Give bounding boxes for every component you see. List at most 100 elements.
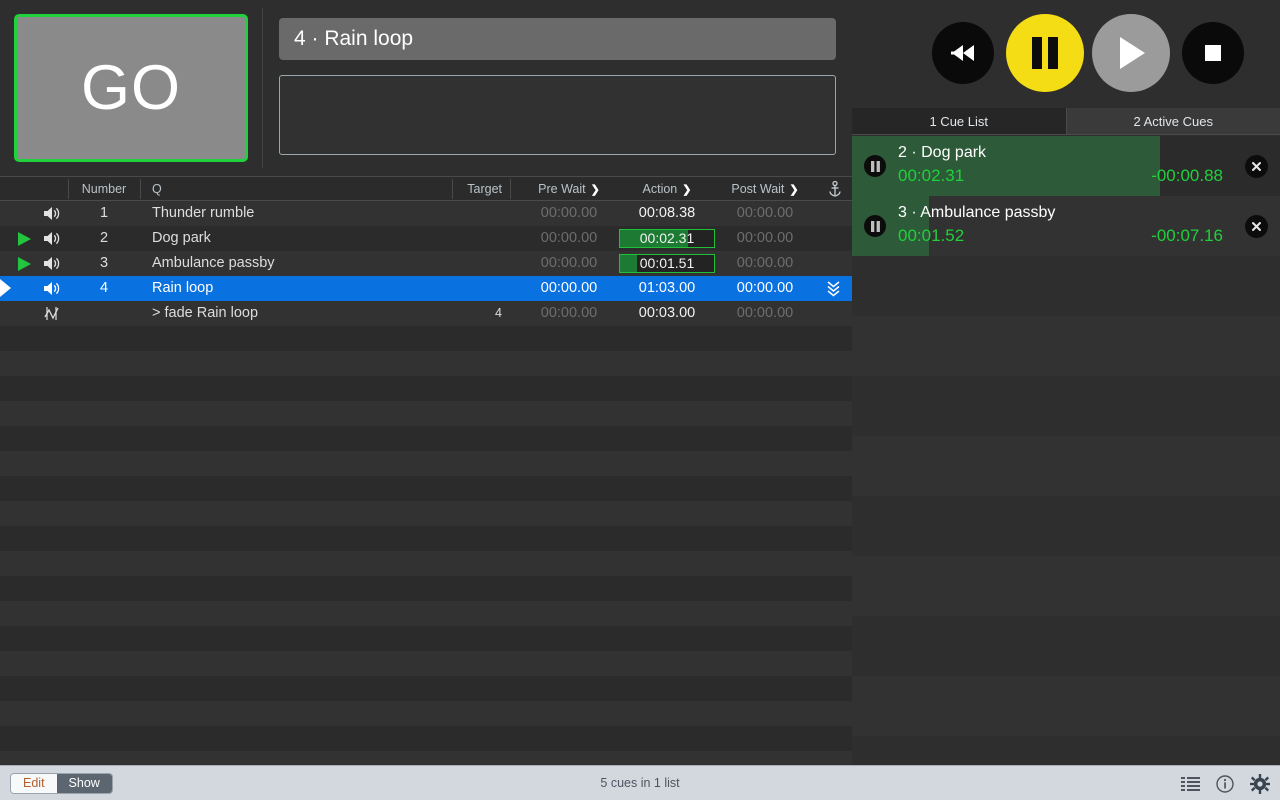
empty-row[interactable] [0, 426, 852, 451]
qlab-window: GO 4 · Rain loop Number Q Target Pre Wai… [0, 0, 1280, 800]
active-cue-pause-button[interactable] [864, 215, 886, 237]
cell-action-progress: 00:01.51 [619, 254, 715, 273]
active-cues-empty-row [852, 676, 1280, 736]
active-cue-stop-button[interactable] [1245, 155, 1268, 178]
status-bar: 5 cues in 1 list Edit Show [0, 765, 1280, 800]
active-cue-title: 2 · Dog park [898, 144, 987, 161]
play-button[interactable] [1092, 14, 1170, 92]
chevron-right-icon: ❯ [789, 184, 799, 196]
row-playing-indicator [18, 257, 31, 271]
cell-action: 01:03.00 [638, 280, 696, 296]
cell-pre-wait: 00:00.00 [540, 205, 598, 221]
empty-row[interactable] [0, 451, 852, 476]
empty-row[interactable] [0, 376, 852, 401]
table-header-row: Number Q Target Pre Wait ❯ Action ❯ Post W… [0, 176, 852, 201]
empty-row[interactable] [0, 501, 852, 526]
empty-row[interactable] [0, 601, 852, 626]
cell-target [452, 201, 502, 226]
cell-action: 00:03.00 [638, 305, 696, 321]
column-header-action[interactable]: Action ❯ [618, 177, 716, 201]
empty-row[interactable] [0, 626, 852, 651]
speaker-icon [44, 207, 60, 220]
cell-name: Rain loop [152, 280, 214, 296]
column-header-action-label: Action [642, 182, 678, 196]
cell-pre-wait: 00:00.00 [540, 230, 598, 246]
empty-row[interactable] [0, 651, 852, 676]
empty-row[interactable] [0, 701, 852, 726]
speaker-icon [44, 232, 60, 245]
empty-row[interactable] [0, 676, 852, 701]
table-row[interactable]: 4 Rain loop 00:00.00 01:03.00 00:00.00 [0, 276, 852, 301]
column-header-q[interactable]: Q [152, 177, 162, 201]
right-panel-tabs: 1 Cue List 2 Active Cues [852, 108, 1280, 135]
cell-post-wait: 00:00.00 [736, 255, 794, 271]
cell-name: Dog park [152, 230, 211, 246]
cell-number: 4 [99, 280, 109, 296]
empty-row[interactable] [0, 576, 852, 601]
cell-name: > fade Rain loop [152, 305, 259, 321]
table-row[interactable]: 2 Dog park 00:00.00 00:02.31 00:00.00 [0, 226, 852, 251]
cell-target: 4 [495, 306, 502, 320]
empty-row[interactable] [0, 476, 852, 501]
active-cue-remaining: -00:07.16 [1151, 226, 1223, 245]
edit-show-toggle[interactable]: Edit Show [10, 773, 113, 794]
cell-post-wait: 00:00.00 [736, 280, 794, 296]
cell-target [452, 276, 502, 301]
table-row[interactable]: > fade Rain loop 4 00:00.00 00:03.00 00:00.0… [0, 301, 852, 326]
cell-target [452, 251, 502, 276]
edit-mode-button[interactable]: Edit [11, 774, 57, 793]
pause-icon [870, 160, 880, 172]
status-text: 5 cues in 1 list [600, 776, 680, 790]
right-panel: 1 Cue List 2 Active Cues 2 · Dog park 00:0… [852, 0, 1280, 765]
active-cues-empty-row [852, 556, 1280, 616]
column-header-target[interactable]: Target [452, 177, 502, 201]
empty-row[interactable] [0, 351, 852, 376]
tab-2-active-cues[interactable]: 2 Active Cues [1066, 108, 1280, 134]
pause-icon [1032, 37, 1058, 69]
show-mode-button[interactable]: Show [56, 774, 112, 793]
empty-row[interactable] [0, 726, 852, 751]
go-button[interactable]: GO [14, 14, 248, 162]
anchor-icon[interactable] [828, 181, 842, 197]
tab-1-cue-list[interactable]: 1 Cue List [852, 108, 1067, 134]
fade-curve-icon [44, 307, 59, 320]
rewind-icon [951, 45, 974, 61]
table-row[interactable]: 1 Thunder rumble 00:00.00 00:08.38 00:00.00 [0, 201, 852, 226]
table-row[interactable]: 3 Ambulance passby 00:00.00 00:01.51 00:00.0… [0, 251, 852, 276]
empty-row[interactable] [0, 401, 852, 426]
empty-row[interactable] [0, 551, 852, 576]
column-header-pre-wait[interactable]: Pre Wait ❯ [520, 177, 618, 201]
pause-button[interactable] [1006, 14, 1084, 92]
pause-icon [870, 220, 880, 232]
active-cue-title: 3 · Ambulance passby [898, 204, 1056, 221]
cell-pre-wait: 00:00.00 [540, 255, 598, 271]
active-cue-pause-button[interactable] [864, 155, 886, 177]
active-cue-stop-button[interactable] [1245, 215, 1268, 238]
column-header-number[interactable]: Number [68, 177, 140, 201]
active-cue-row[interactable]: 3 · Ambulance passby 00:01.52 -00:07.16 [852, 196, 1280, 256]
empty-row[interactable] [0, 751, 852, 765]
active-cues-empty-row [852, 316, 1280, 376]
row-playing-indicator [18, 232, 31, 246]
list-icon[interactable] [1181, 776, 1200, 792]
stop-button[interactable] [1182, 22, 1244, 84]
column-header-post-wait[interactable]: Post Wait ❯ [716, 177, 814, 201]
cell-pre-wait: 00:00.00 [540, 280, 598, 296]
active-cue-row[interactable]: 2 · Dog park 00:02.31 -00:00.88 [852, 136, 1280, 196]
info-icon[interactable] [1216, 774, 1234, 793]
cell-post-wait: 00:00.00 [736, 305, 794, 321]
cell-post-wait: 00:00.00 [736, 230, 794, 246]
close-icon [1252, 222, 1261, 231]
transport-controls [852, 0, 1280, 108]
empty-row[interactable] [0, 326, 852, 351]
gear-icon[interactable] [1250, 773, 1270, 794]
empty-rows-container [0, 326, 852, 765]
cue-notes-field[interactable] [279, 75, 836, 155]
rewind-button[interactable] [932, 22, 994, 84]
play-icon [1120, 37, 1145, 69]
speaker-icon [44, 257, 60, 270]
cue-title-field[interactable]: 4 · Rain loop [279, 18, 836, 60]
cell-action-progress: 00:02.31 [619, 229, 715, 248]
chevron-right-icon: ❯ [682, 184, 692, 196]
empty-row[interactable] [0, 526, 852, 551]
